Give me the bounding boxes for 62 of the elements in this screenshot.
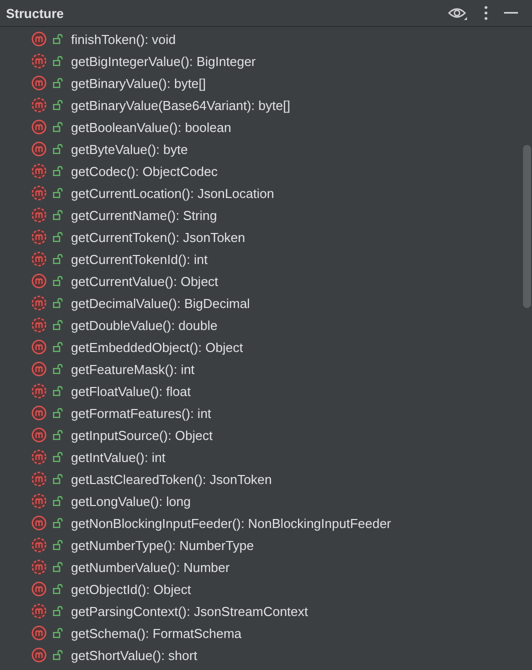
method-signature[interactable]: getNumberType(): NumberType bbox=[71, 538, 254, 552]
method-signature[interactable]: getShortValue(): short bbox=[71, 648, 198, 662]
unlock-icon bbox=[53, 34, 63, 44]
method-signature[interactable]: getIntValue(): int bbox=[71, 450, 166, 464]
method-signature[interactable]: getCurrentToken(): JsonToken bbox=[71, 230, 246, 244]
unlock-icon bbox=[53, 144, 63, 154]
unlock-icon bbox=[53, 386, 63, 396]
method-signature[interactable]: getCodec(): ObjectCodec bbox=[71, 164, 218, 178]
unlock-icon bbox=[53, 408, 63, 418]
method-signature[interactable]: getSchema(): FormatSchema bbox=[71, 626, 242, 640]
unlock-icon bbox=[53, 496, 63, 506]
unlock-icon bbox=[53, 518, 63, 528]
unlock-icon bbox=[53, 628, 63, 638]
method-signature[interactable]: getLastClearedToken(): JsonToken bbox=[71, 472, 272, 486]
unlock-icon bbox=[53, 166, 63, 176]
method-signature[interactable]: getFloatValue(): float bbox=[71, 384, 191, 398]
unlock-icon bbox=[53, 650, 63, 660]
method-signature[interactable]: getCurrentTokenId(): int bbox=[71, 252, 208, 266]
method-signature[interactable]: getCurrentName(): String bbox=[71, 208, 217, 222]
unlock-icon bbox=[53, 452, 63, 462]
method-signature[interactable]: getBinaryValue(Base64Variant): byte[] bbox=[71, 98, 290, 112]
minimize-icon[interactable] bbox=[504, 12, 518, 14]
unlock-icon bbox=[53, 188, 63, 198]
unlock-icon bbox=[53, 56, 63, 66]
unlock-icon bbox=[53, 78, 63, 88]
unlock-icon bbox=[53, 232, 63, 242]
method-signature[interactable]: getBinaryValue(): byte[] bbox=[71, 76, 206, 90]
unlock-icon bbox=[53, 562, 63, 572]
method-signature[interactable]: getFeatureMask(): int bbox=[71, 362, 195, 376]
unlock-icon bbox=[53, 540, 63, 550]
method-signature[interactable]: getInputSource(): Object bbox=[71, 428, 213, 442]
panel-title: Structure bbox=[6, 6, 64, 20]
method-signature[interactable]: getEmbeddedObject(): Object bbox=[71, 340, 243, 354]
method-signature[interactable]: finishToken(): void bbox=[71, 32, 176, 46]
unlock-icon bbox=[53, 342, 63, 352]
method-signature[interactable]: getNumberValue(): Number bbox=[71, 560, 230, 574]
unlock-icon bbox=[53, 364, 63, 374]
method-signature[interactable]: getParsingContext(): JsonStreamContext bbox=[71, 604, 308, 618]
method-signature[interactable]: getDecimalValue(): BigDecimal bbox=[71, 296, 250, 310]
scrollbar[interactable] bbox=[523, 145, 531, 308]
unlock-icon bbox=[53, 122, 63, 132]
method-signature[interactable]: getNonBlockingInputFeeder(): NonBlockingInputFeeder bbox=[71, 516, 392, 530]
unlock-icon bbox=[53, 584, 63, 594]
unlock-icon bbox=[53, 474, 63, 484]
method-signature[interactable]: getObjectId(): Object bbox=[71, 582, 191, 596]
unlock-icon bbox=[53, 276, 63, 286]
unlock-icon bbox=[53, 298, 63, 308]
unlock-icon bbox=[53, 320, 63, 330]
unlock-icon bbox=[53, 254, 63, 264]
method-signature[interactable]: getCurrentValue(): Object bbox=[71, 274, 218, 288]
method-signature[interactable]: getBigIntegerValue(): BigInteger bbox=[71, 54, 256, 68]
unlock-icon bbox=[53, 100, 63, 110]
method-signature[interactable]: getByteValue(): byte bbox=[71, 142, 188, 156]
method-signature[interactable]: getFormatFeatures(): int bbox=[71, 406, 212, 420]
unlock-icon bbox=[53, 210, 63, 220]
method-signature[interactable]: getBooleanValue(): boolean bbox=[71, 120, 232, 134]
unlock-icon bbox=[53, 606, 63, 616]
method-signature[interactable]: getLongValue(): long bbox=[71, 494, 191, 508]
unlock-icon bbox=[53, 430, 63, 440]
more-options-icon[interactable] bbox=[484, 5, 488, 21]
method-signature[interactable]: getCurrentLocation(): JsonLocation bbox=[71, 186, 274, 200]
method-signature[interactable]: getDoubleValue(): double bbox=[71, 318, 218, 332]
